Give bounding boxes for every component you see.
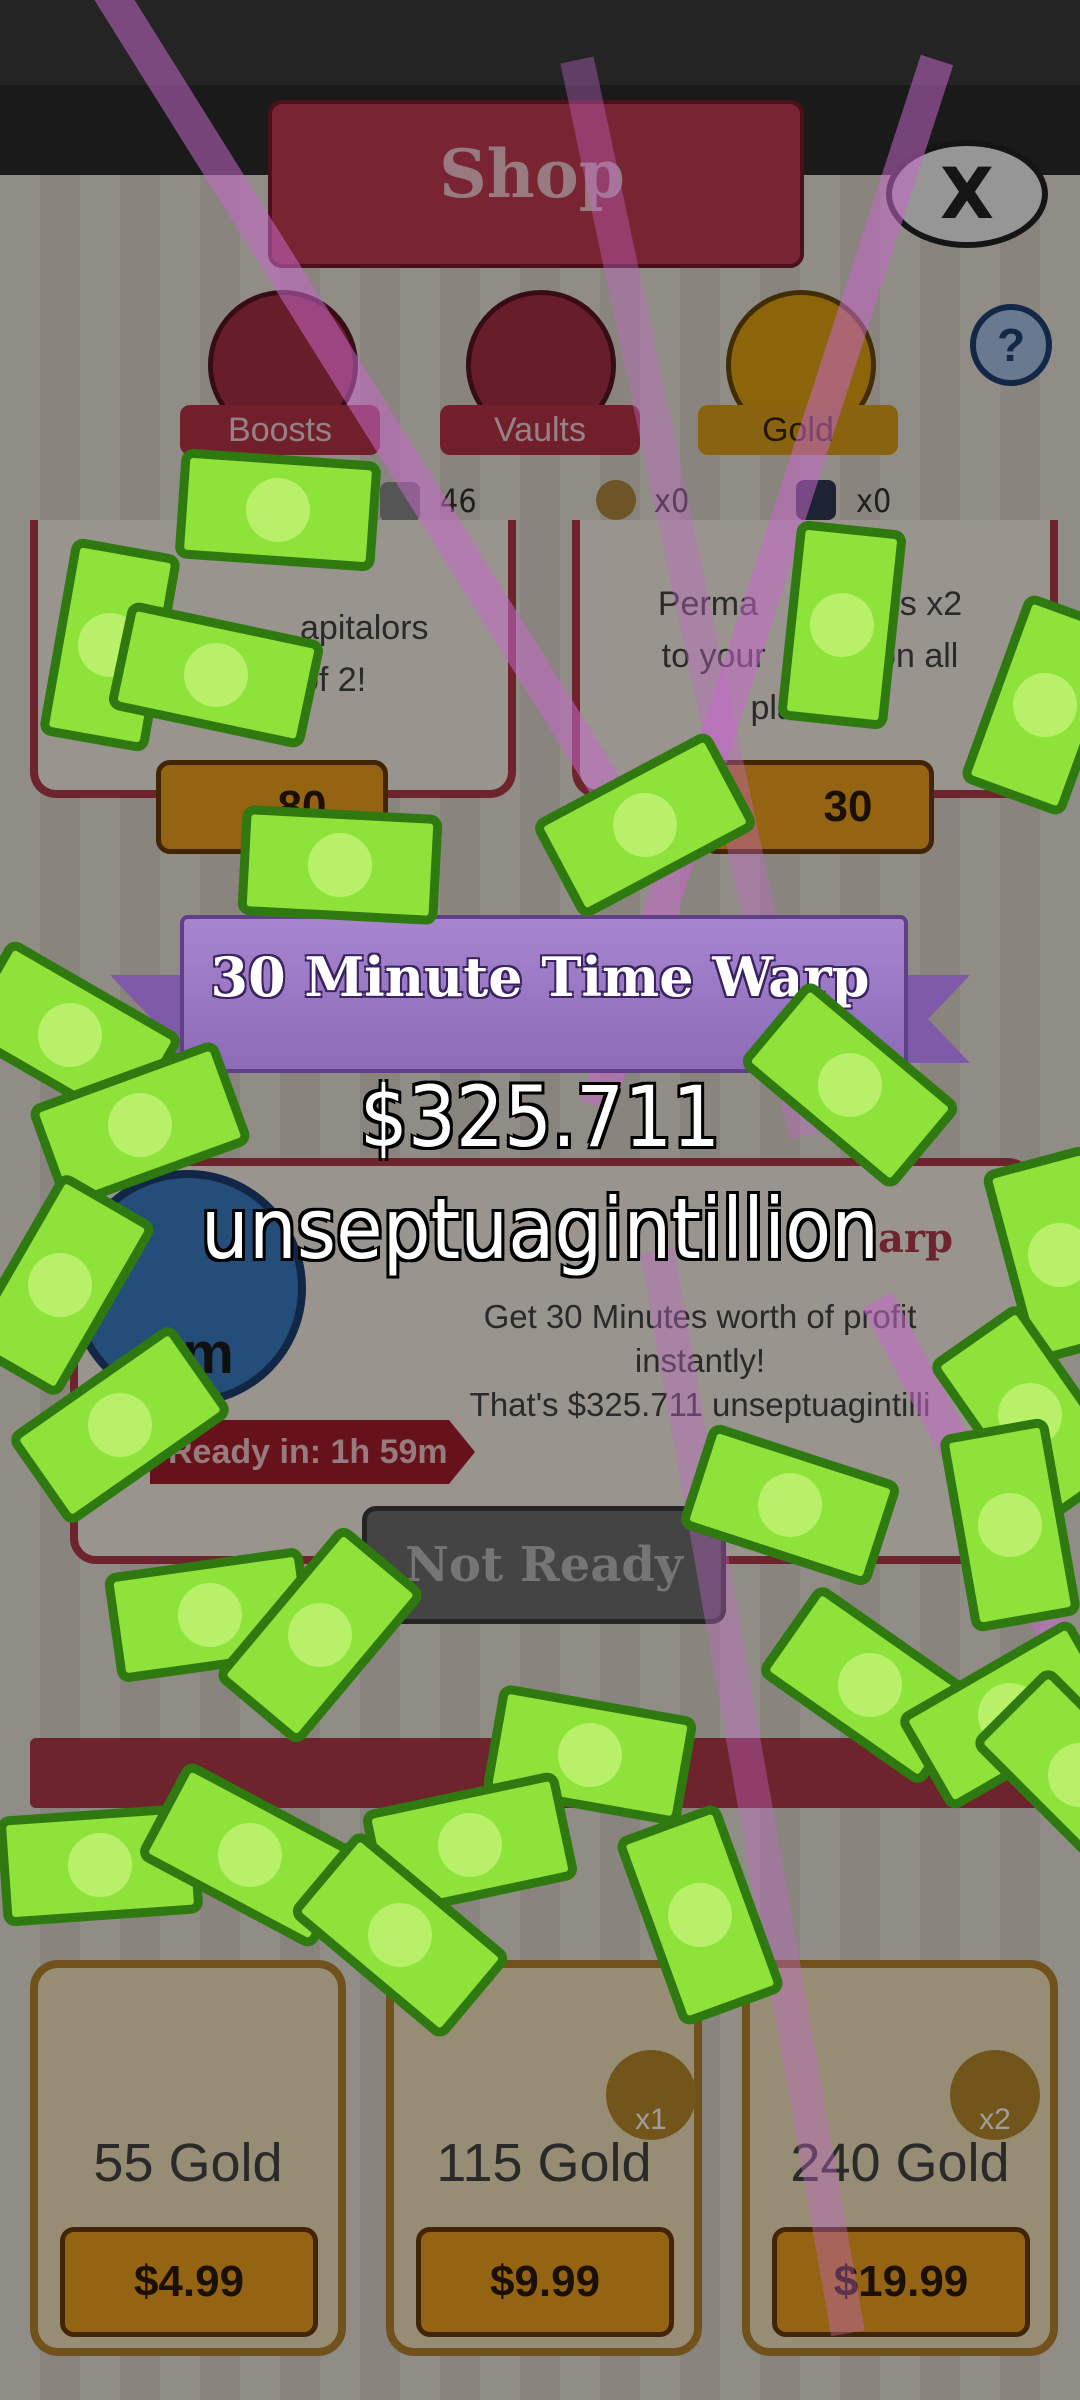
reward-amount-unit: unseptuagintillion [200, 1180, 880, 1278]
cash-bill-icon [237, 804, 443, 926]
cash-bill-icon [776, 519, 908, 731]
cash-bill-icon [174, 448, 382, 572]
